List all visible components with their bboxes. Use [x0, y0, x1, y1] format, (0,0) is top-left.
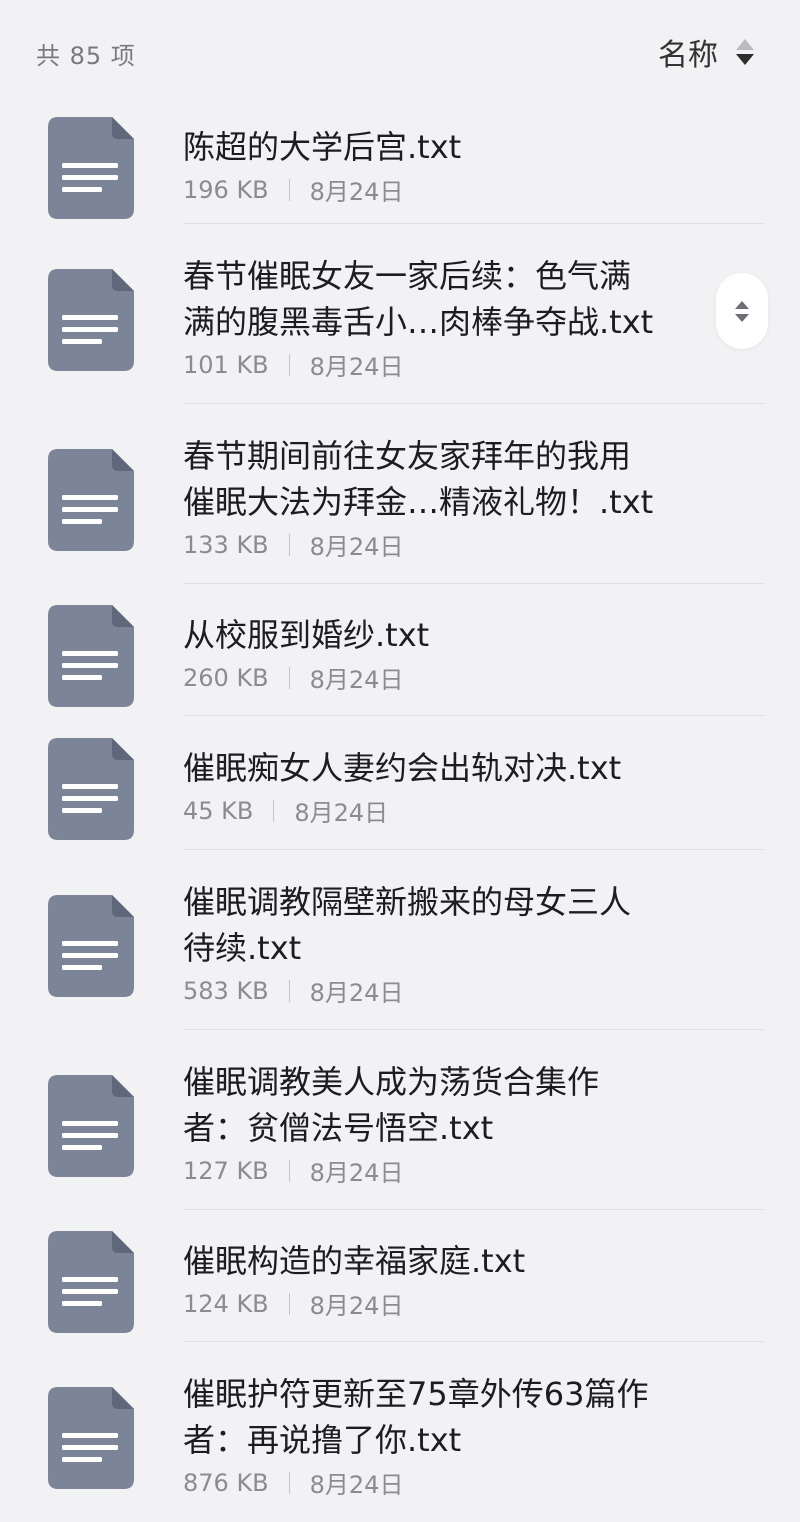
document-icon — [48, 449, 134, 551]
file-name-line: 催眠构造的幸福家庭.txt — [183, 1242, 526, 1280]
file-name-line: 催眠护符更新至75章外传63篇作 — [183, 1375, 649, 1413]
file-list-item[interactable]: 催眠调教美人成为荡货合集作 者：贫僧法号悟空.txt 127 KB 8月24日 — [0, 1030, 800, 1210]
file-date: 8月24日 — [309, 178, 404, 206]
file-size: 45 KB — [183, 796, 254, 825]
sort-by-name-button[interactable]: 名称 — [658, 30, 754, 74]
file-list-item[interactable]: 催眠调教隔壁新搬来的母女三人 待续.txt 583 KB 8月24日 — [0, 850, 800, 1030]
document-icon — [48, 269, 134, 371]
file-name-line: 待续.txt — [183, 929, 302, 967]
sort-label: 名称 — [658, 38, 718, 73]
document-icon — [48, 895, 134, 997]
file-size: 583 KB — [183, 976, 269, 1005]
meta-separator — [288, 1159, 290, 1182]
file-name-line: 催眠痴女人妻约会出轨对决.txt — [183, 749, 622, 787]
meta-separator — [288, 353, 290, 376]
file-name-line: 从校服到婚纱.txt — [183, 616, 430, 654]
file-size: 101 KB — [183, 350, 269, 379]
file-size: 196 KB — [183, 175, 269, 204]
file-size: 876 KB — [183, 1468, 269, 1497]
file-date: 8月24日 — [309, 533, 404, 561]
document-icon — [48, 605, 134, 707]
file-meta: 133 KB 8月24日 — [183, 527, 403, 562]
file-size: 133 KB — [183, 530, 269, 559]
meta-separator — [273, 799, 275, 822]
list-header: 共 85 项 名称 — [0, 0, 800, 100]
meta-separator — [288, 1292, 290, 1315]
file-name-line: 春节催眠女友一家后续：色气满 — [183, 257, 632, 295]
file-list-item[interactable]: 春节期间前往女友家拜年的我用 催眠大法为拜金…精液礼物！.txt 133 KB 8月2… — [0, 404, 800, 584]
file-name-line: 者：贫僧法号悟空.txt — [183, 1109, 494, 1147]
file-size: 124 KB — [183, 1289, 269, 1318]
document-icon — [48, 1387, 134, 1489]
scroll-up-arrow-icon — [735, 300, 749, 309]
document-icon — [48, 1231, 134, 1333]
scroll-down-arrow-icon — [735, 313, 749, 322]
file-name-line: 春节期间前往女友家拜年的我用 — [183, 437, 632, 475]
file-date: 8月24日 — [294, 799, 389, 827]
file-name-line: 陈超的大学后宫.txt — [183, 128, 462, 166]
meta-separator — [288, 178, 290, 201]
meta-separator — [288, 979, 290, 1002]
file-meta: 45 KB 8月24日 — [183, 793, 388, 828]
file-name-line: 催眠大法为拜金…精液礼物！.txt — [183, 483, 654, 521]
document-icon — [48, 1075, 134, 1177]
file-date: 8月24日 — [309, 1292, 404, 1320]
document-icon — [48, 117, 134, 219]
file-name-line: 者：再说撸了你.txt — [183, 1421, 462, 1459]
file-name-line: 催眠调教隔壁新搬来的母女三人 — [183, 883, 632, 921]
file-meta: 127 KB 8月24日 — [183, 1153, 403, 1188]
file-list-item[interactable]: 催眠护符更新至75章外传63篇作 者：再说撸了你.txt 876 KB 8月24日 — [0, 1342, 800, 1522]
file-meta: 124 KB 8月24日 — [183, 1286, 403, 1321]
file-date: 8月24日 — [309, 1159, 404, 1187]
file-meta: 101 KB 8月24日 — [183, 347, 403, 382]
file-date: 8月24日 — [309, 666, 404, 694]
document-icon — [48, 738, 134, 840]
file-size: 127 KB — [183, 1156, 269, 1185]
file-list-item[interactable]: 从校服到婚纱.txt 260 KB 8月24日 — [0, 584, 800, 716]
file-meta: 876 KB 8月24日 — [183, 1465, 403, 1500]
file-list-item[interactable]: 催眠痴女人妻约会出轨对决.txt 45 KB 8月24日 — [0, 716, 800, 850]
file-meta: 260 KB 8月24日 — [183, 660, 403, 695]
file-meta: 196 KB 8月24日 — [183, 172, 403, 207]
file-name-line: 催眠调教美人成为荡货合集作 — [183, 1063, 600, 1101]
file-date: 8月24日 — [309, 1471, 404, 1499]
meta-separator — [288, 1471, 290, 1494]
file-list-item[interactable]: 春节催眠女友一家后续：色气满 满的腹黑毒舌小…肉棒争夺战.txt 101 KB 8月2… — [0, 224, 800, 404]
file-size: 260 KB — [183, 663, 269, 692]
meta-separator — [288, 533, 290, 556]
fast-scroll-handle[interactable] — [716, 273, 768, 349]
meta-separator — [288, 666, 290, 689]
file-list-item[interactable]: 陈超的大学后宫.txt 196 KB 8月24日 — [0, 100, 800, 224]
file-date: 8月24日 — [309, 979, 404, 1007]
file-name-line: 满的腹黑毒舌小…肉棒争夺战.txt — [183, 303, 654, 341]
item-count-label: 共 85 项 — [36, 42, 136, 70]
file-meta: 583 KB 8月24日 — [183, 973, 403, 1008]
file-list-item[interactable]: 催眠构造的幸福家庭.txt 124 KB 8月24日 — [0, 1210, 800, 1342]
file-date: 8月24日 — [309, 353, 404, 381]
sort-arrows-icon — [736, 39, 754, 65]
